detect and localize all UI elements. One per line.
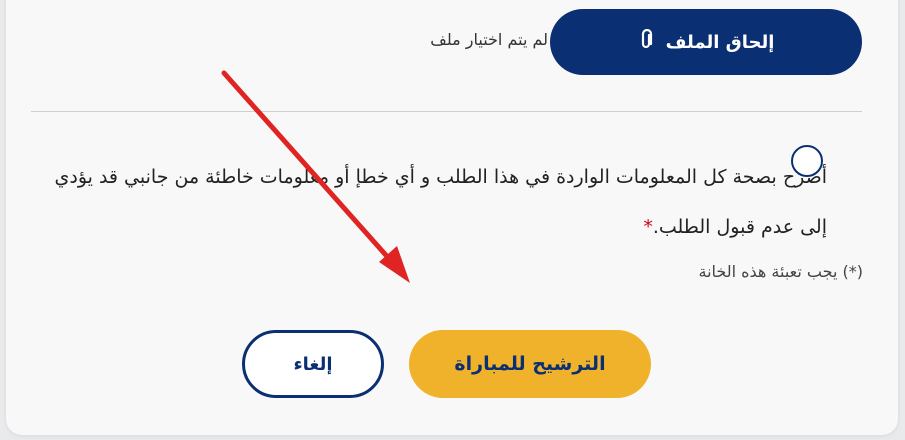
declaration-text: أصرح بصحة كل المعلومات الواردة في هذا ال… xyxy=(27,152,827,252)
required-field-note: (*) يجب تعبئة هذه الخانة xyxy=(698,262,863,281)
declaration-label: أصرح بصحة كل المعلومات الواردة في هذا ال… xyxy=(54,166,827,238)
paperclip-icon xyxy=(638,28,654,56)
attach-file-button[interactable]: إلحاق الملف xyxy=(550,9,862,75)
required-note-mark: (*) xyxy=(842,262,863,281)
required-star: * xyxy=(643,216,653,238)
cancel-button[interactable]: إلغاء xyxy=(242,330,384,398)
cancel-label: إلغاء xyxy=(293,353,333,375)
nominate-button[interactable]: الترشيح للمباراة xyxy=(409,330,651,398)
file-status-text: لم يتم اختيار ملف xyxy=(430,30,548,49)
nominate-label: الترشيح للمباراة xyxy=(454,353,606,375)
divider xyxy=(31,111,862,112)
required-note-text: يجب تعبئة هذه الخانة xyxy=(698,262,838,281)
attach-file-label: إلحاق الملف xyxy=(665,31,775,53)
